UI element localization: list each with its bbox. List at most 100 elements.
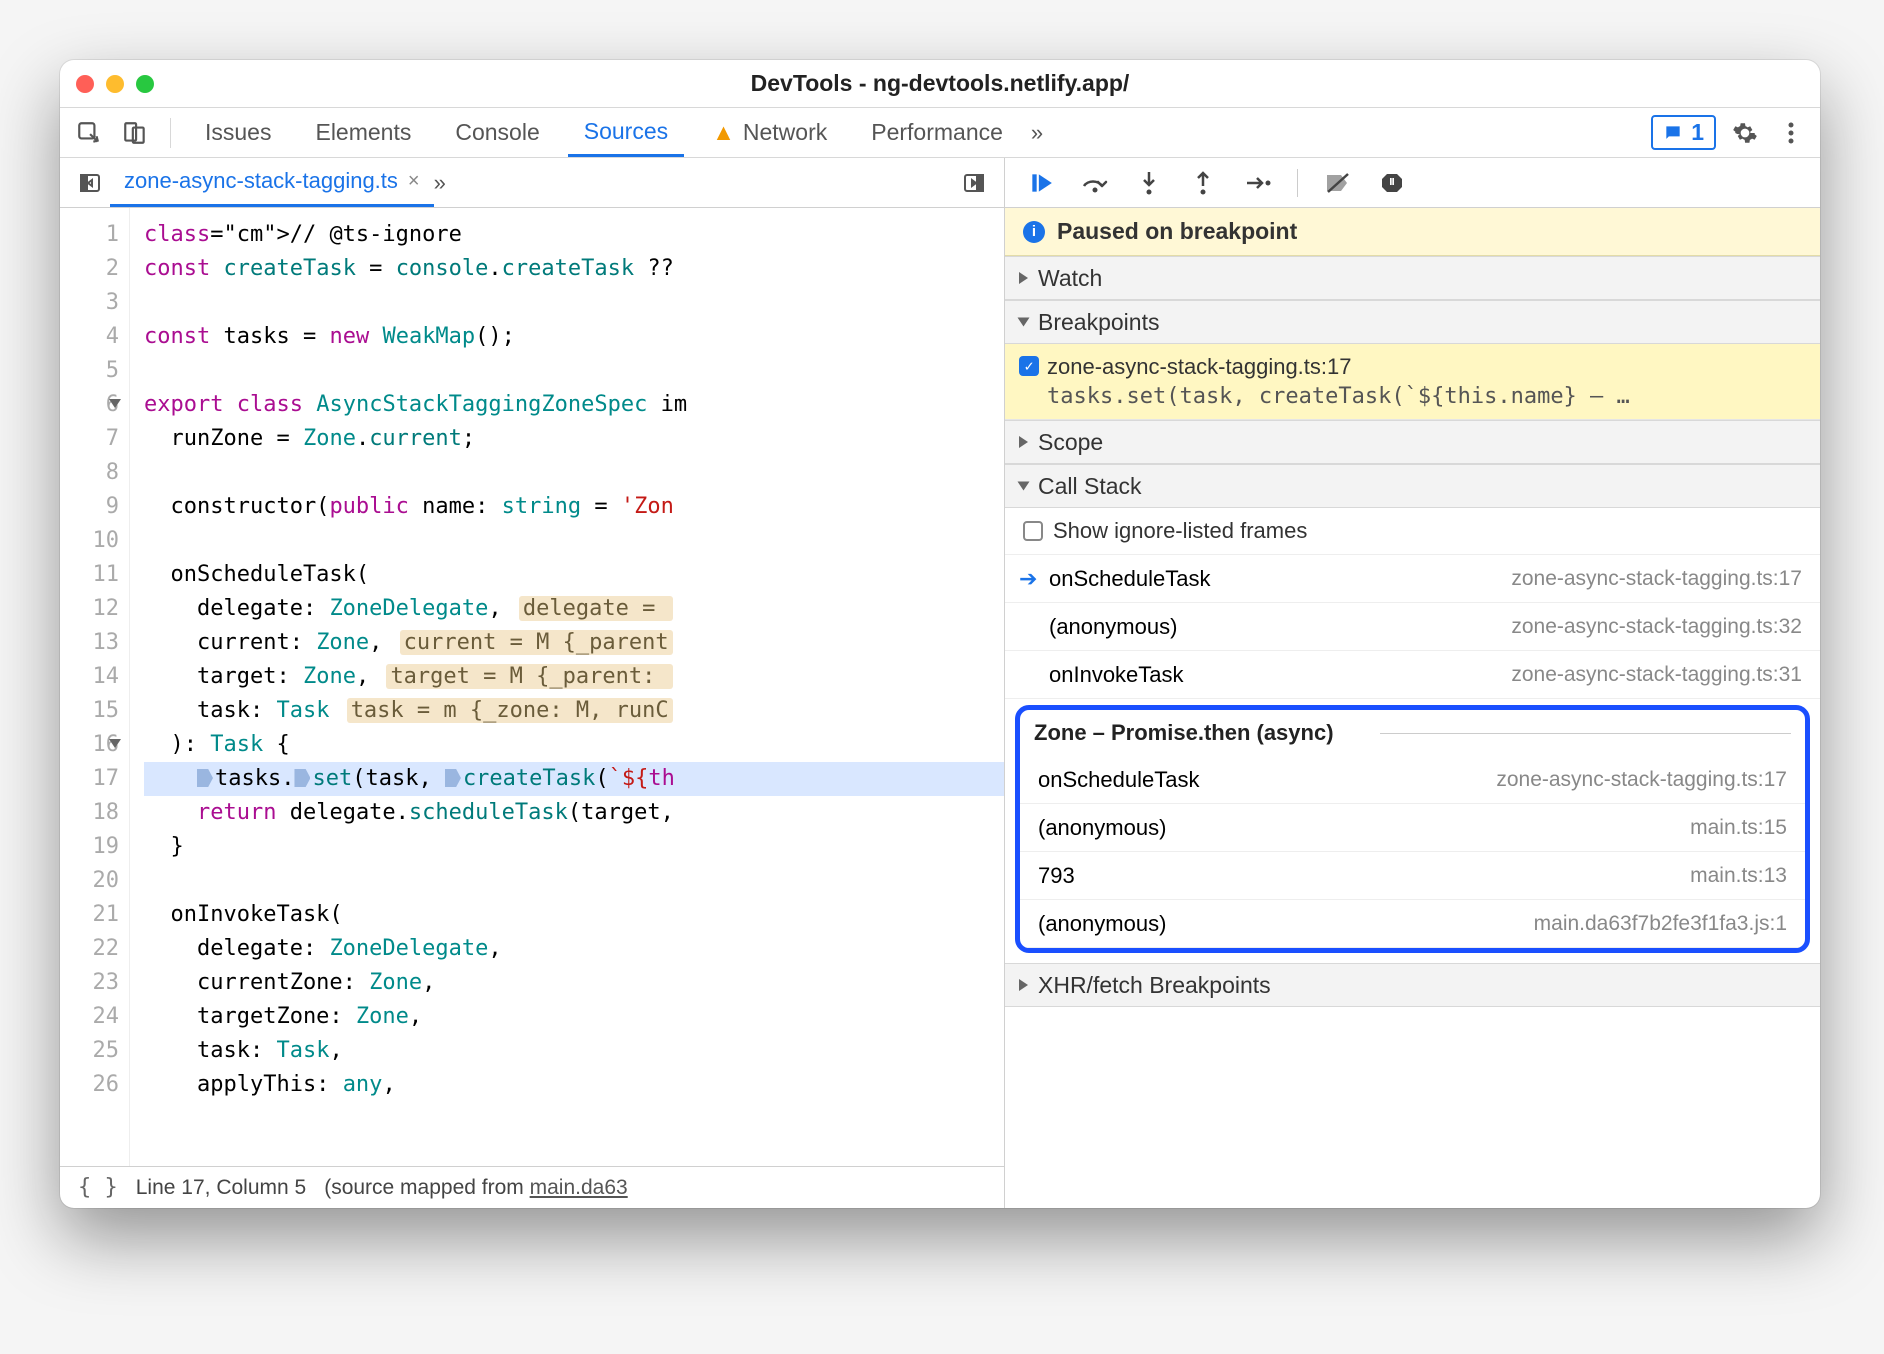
section-watch[interactable]: Watch: [1005, 256, 1820, 300]
async-stack-label: Zone – Promise.then (async): [1020, 710, 1805, 756]
tab-console-label: Console: [455, 119, 539, 146]
checkbox[interactable]: [1023, 521, 1043, 541]
chevron-down-icon: [1018, 318, 1030, 327]
breakpoint-code: tasks.set(task, createTask(`${this.name}…: [1047, 384, 1802, 409]
debugger-toolbar: [1005, 158, 1820, 208]
device-toolbar-icon[interactable]: [118, 116, 152, 150]
frame-name: onScheduleTask: [1049, 566, 1210, 592]
async-stack-group: Zone – Promise.then (async) onScheduleTa…: [1015, 705, 1810, 953]
section-xhr-label: XHR/fetch Breakpoints: [1038, 972, 1271, 999]
cursor-position: Line 17, Column 5: [136, 1176, 306, 1200]
minimize-window-button[interactable]: [106, 75, 124, 93]
code-editor[interactable]: 1234567891011121314151617181920212223242…: [60, 208, 1004, 1166]
frame-name: (anonymous): [1049, 614, 1177, 640]
chevron-right-icon: [1019, 436, 1028, 448]
tab-elements-label: Elements: [315, 119, 411, 146]
main-tabs: Issues Elements Console Sources ▲ Networ…: [60, 108, 1820, 158]
frame-name: onInvokeTask: [1049, 662, 1184, 688]
warning-icon: ▲: [712, 119, 735, 146]
chevron-right-icon: [1019, 979, 1028, 991]
zoom-window-button[interactable]: [136, 75, 154, 93]
step-icon[interactable]: [1243, 169, 1271, 197]
file-tab-label: zone-async-stack-tagging.ts: [124, 168, 398, 194]
close-tab-icon[interactable]: ×: [408, 170, 420, 193]
frame-name: (anonymous): [1038, 911, 1166, 937]
breakpoint-checkbox[interactable]: ✓: [1019, 356, 1039, 376]
debugger-toggle-icon[interactable]: [954, 163, 994, 203]
content: zone-async-stack-tagging.ts × » 12345678…: [60, 158, 1820, 1208]
tab-elements[interactable]: Elements: [299, 108, 427, 157]
pause-banner: i Paused on breakpoint: [1005, 208, 1820, 256]
show-ignored-frames[interactable]: Show ignore-listed frames: [1005, 508, 1820, 555]
chevron-right-icon: [1019, 272, 1028, 284]
call-stack-frame[interactable]: onScheduleTask zone-async-stack-tagging.t…: [1020, 756, 1805, 804]
frame-name: 793: [1038, 863, 1075, 889]
more-tabs-icon[interactable]: »: [1031, 120, 1043, 146]
settings-icon[interactable]: [1728, 116, 1762, 150]
section-scope[interactable]: Scope: [1005, 420, 1820, 464]
call-stack-frame[interactable]: 793 main.ts:13: [1020, 852, 1805, 900]
step-into-icon[interactable]: [1135, 169, 1163, 197]
code-content[interactable]: class="cm">// @ts-ignoreconst createTask…: [130, 208, 1004, 1166]
step-over-icon[interactable]: [1081, 169, 1109, 197]
chevron-down-icon: [1018, 482, 1030, 491]
window-controls: [76, 75, 154, 93]
tab-console[interactable]: Console: [439, 108, 555, 157]
frame-location: main.da63f7b2fe3f1fa3.js:1: [1534, 912, 1787, 936]
pretty-print-icon[interactable]: { }: [78, 1175, 118, 1200]
deactivate-breakpoints-icon[interactable]: [1324, 169, 1352, 197]
line-gutter[interactable]: 1234567891011121314151617181920212223242…: [60, 208, 130, 1166]
show-ignored-label: Show ignore-listed frames: [1053, 518, 1307, 544]
step-out-icon[interactable]: [1189, 169, 1217, 197]
section-callstack-label: Call Stack: [1038, 473, 1142, 500]
tab-sources[interactable]: Sources: [568, 108, 684, 157]
tab-performance[interactable]: Performance: [855, 108, 1019, 157]
breakpoint-item[interactable]: ✓ zone-async-stack-tagging.ts:17 tasks.s…: [1005, 344, 1820, 420]
source-panel: zone-async-stack-tagging.ts × » 12345678…: [60, 158, 1005, 1208]
debugger-panel: i Paused on breakpoint Watch Breakpoints…: [1005, 158, 1820, 1208]
titlebar: DevTools - ng-devtools.netlify.app/: [60, 60, 1820, 108]
frame-location: main.ts:13: [1690, 864, 1787, 888]
call-stack-frame[interactable]: (anonymous)zone-async-stack-tagging.ts:3…: [1005, 603, 1820, 651]
window-title: DevTools - ng-devtools.netlify.app/: [60, 70, 1820, 97]
resume-icon[interactable]: [1027, 169, 1055, 197]
call-stack-frame[interactable]: (anonymous)main.ts:15: [1020, 804, 1805, 852]
tab-network[interactable]: ▲ Network: [696, 108, 843, 157]
tab-issues-label: Issues: [205, 119, 271, 146]
file-tab-active[interactable]: zone-async-stack-tagging.ts ×: [110, 158, 434, 207]
section-breakpoints[interactable]: Breakpoints: [1005, 300, 1820, 344]
devtools-window: DevTools - ng-devtools.netlify.app/ Issu…: [60, 60, 1820, 1208]
tab-network-label: Network: [743, 119, 827, 146]
section-watch-label: Watch: [1038, 265, 1102, 292]
kebab-menu-icon[interactable]: [1774, 116, 1808, 150]
file-tabs: zone-async-stack-tagging.ts × »: [60, 158, 1004, 208]
feedback-badge[interactable]: 1: [1651, 115, 1716, 150]
navigator-toggle-icon[interactable]: [70, 163, 110, 203]
inspect-element-icon[interactable]: [72, 116, 106, 150]
call-stack-frame[interactable]: (anonymous) main.da63f7b2fe3f1fa3.js:1: [1020, 900, 1805, 948]
tab-performance-label: Performance: [871, 119, 1003, 146]
frame-name: (anonymous): [1038, 815, 1166, 841]
section-breakpoints-label: Breakpoints: [1038, 309, 1159, 336]
section-scope-label: Scope: [1038, 429, 1103, 456]
frame-location: zone-async-stack-tagging.ts:17: [1496, 768, 1787, 792]
frame-location: zone-async-stack-tagging.ts:17: [1511, 567, 1802, 591]
more-file-tabs-icon[interactable]: »: [434, 170, 446, 196]
chat-icon: [1663, 123, 1683, 143]
close-window-button[interactable]: [76, 75, 94, 93]
statusbar: { } Line 17, Column 5 (source mapped fro…: [60, 1166, 1004, 1208]
feedback-count: 1: [1691, 119, 1704, 146]
frame-name: onScheduleTask: [1038, 767, 1199, 793]
current-frame-icon: ➔: [1019, 566, 1037, 592]
section-callstack[interactable]: Call Stack: [1005, 464, 1820, 508]
tab-sources-label: Sources: [584, 118, 668, 145]
pause-banner-text: Paused on breakpoint: [1057, 218, 1297, 245]
source-map-link[interactable]: main.da63: [530, 1176, 628, 1199]
call-stack-frame[interactable]: ➔ onScheduleTask zone-async-stack-tagging.…: [1005, 555, 1820, 603]
tab-issues[interactable]: Issues: [189, 108, 287, 157]
breakpoint-location: zone-async-stack-tagging.ts:17: [1047, 354, 1802, 380]
pause-on-exceptions-icon[interactable]: [1378, 169, 1406, 197]
source-map-info: (source mapped from main.da63: [324, 1176, 628, 1200]
section-xhr-breakpoints[interactable]: XHR/fetch Breakpoints: [1005, 963, 1820, 1007]
call-stack-frame[interactable]: onInvokeTaskzone-async-stack-tagging.ts:…: [1005, 651, 1820, 699]
